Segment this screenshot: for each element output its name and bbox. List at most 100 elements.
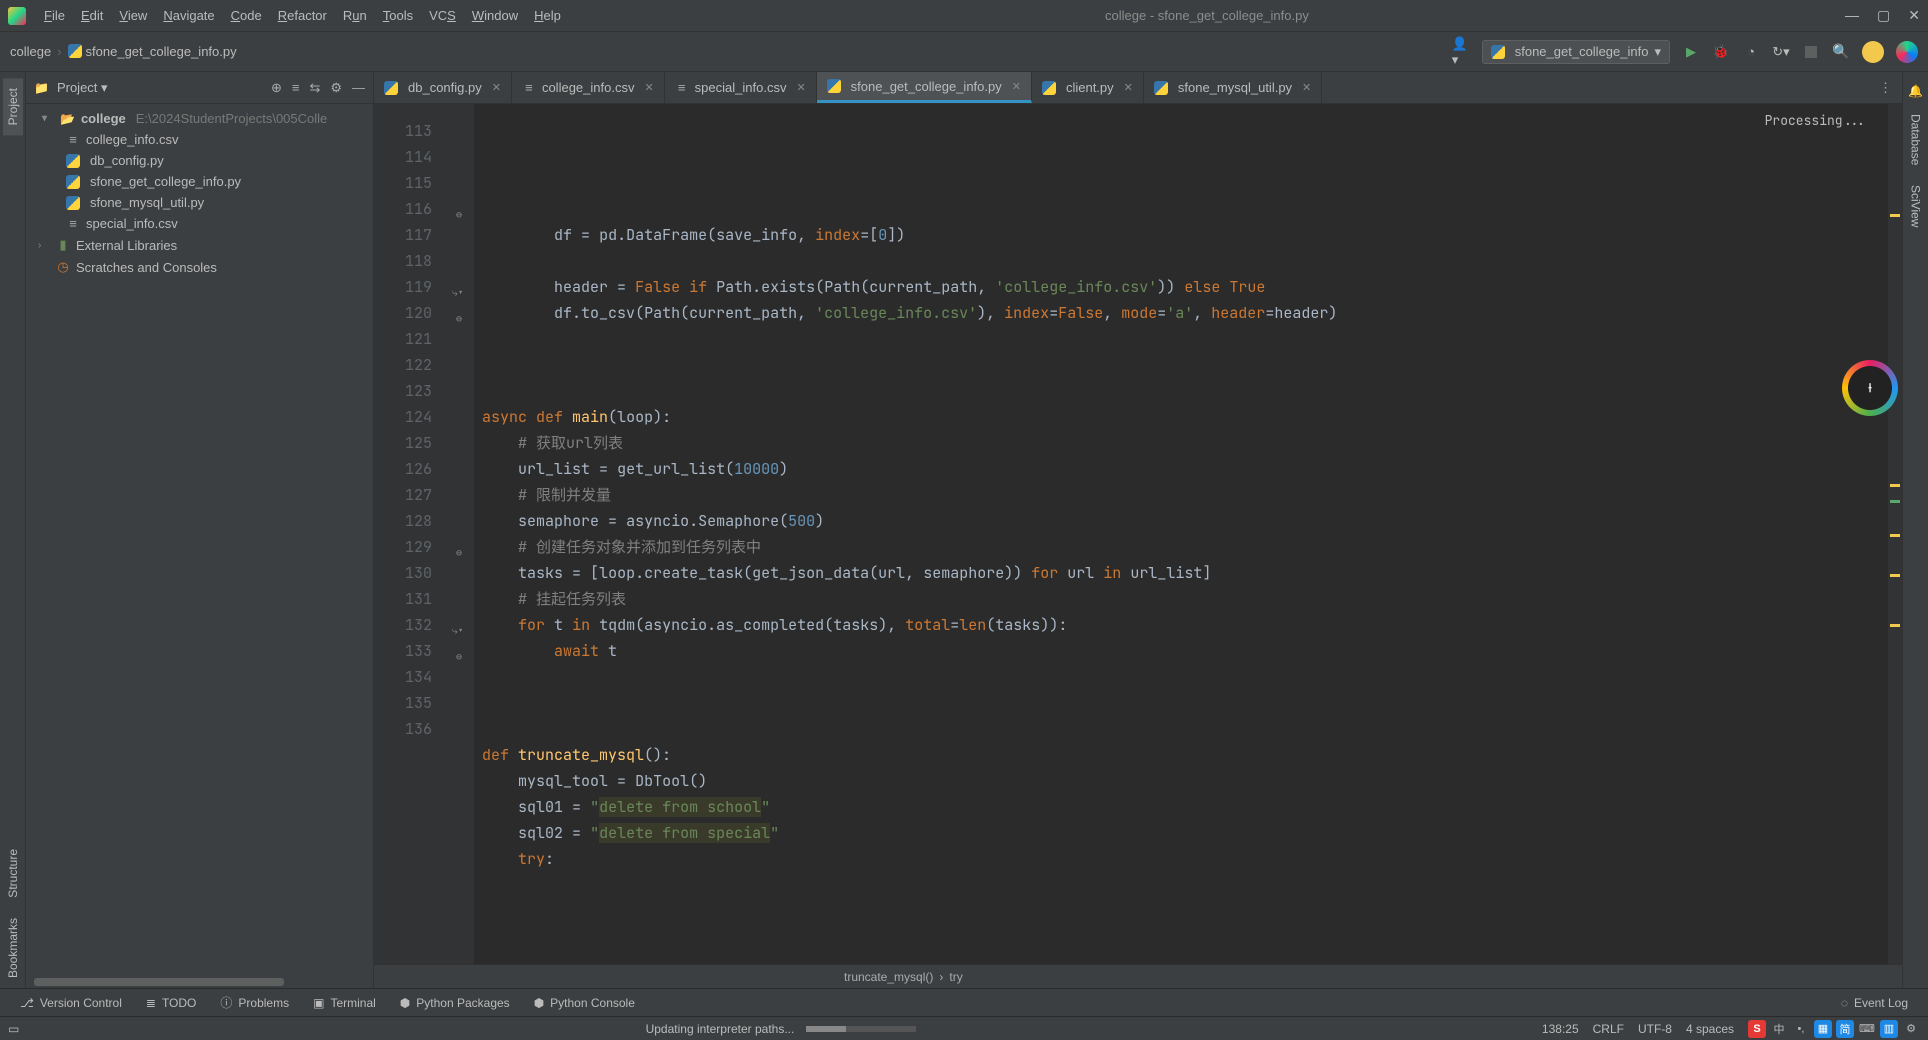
tool-event-log[interactable]: ◌ Event Log [1829,996,1920,1010]
code-with-me-icon[interactable] [1896,41,1918,63]
hide-icon[interactable]: — [352,80,365,96]
menu-window[interactable]: WindowWindow [464,4,526,27]
fold-column[interactable]: ⊖⊖⊖⊖⤷▾⤷▾ [452,104,474,964]
tree-file-label: sfone_mysql_util.py [90,195,204,210]
close-icon[interactable]: ✕ [644,81,653,94]
tree-file[interactable]: college_info.csv [38,129,369,150]
tool-version-control[interactable]: ⎇ Version Control [8,996,134,1010]
tool-tab-project[interactable]: Project [3,78,23,135]
breadcrumb-file[interactable]: sfone_get_college_info.py [68,44,237,59]
editor-tab[interactable]: db_config.py✕ [374,72,512,103]
tree-file[interactable]: sfone_mysql_util.py [38,192,369,213]
editor-breadcrumb[interactable]: truncate_mysql() › try [374,964,1902,988]
notifications-icon[interactable]: 🔔 [1908,84,1923,98]
tool-tab-database[interactable]: Database [1906,104,1926,175]
collapse-icon[interactable]: ⇆ [309,80,320,96]
fold-toggle-icon[interactable]: ⊖ [456,540,462,566]
project-panel: Project ▾ ⊕ ≡ ⇆ ⚙ — ▾ college E:\2024Stu… [26,72,374,988]
tree-file[interactable]: special_info.csv [38,213,369,234]
tray-icon[interactable]: •, [1792,1020,1810,1038]
tool-terminal[interactable]: ▣ Terminal [301,996,388,1010]
menu-view[interactable]: ViewView [111,4,155,27]
tool-python-console[interactable]: ⬢ Python Console [522,996,647,1010]
menu-vcs[interactable]: VCSVCS [421,4,464,27]
settings-icon[interactable]: ⚙ [330,80,342,96]
project-view-select[interactable]: Project ▾ [57,80,108,96]
error-stripe[interactable] [1888,104,1902,964]
tool-problems[interactable]: ⓘ Problems [208,994,301,1011]
search-button[interactable] [1832,43,1850,61]
close-icon[interactable]: ✕ [492,81,501,94]
fold-toggle-icon[interactable]: ⊖ [456,644,462,670]
minimize-icon[interactable]: — [1845,7,1859,24]
toolbox-badge-icon[interactable]: ⟊ [1842,360,1898,416]
encoding[interactable]: UTF-8 [1638,1022,1672,1036]
tray-icon[interactable]: ▦ [1814,1020,1832,1038]
menu-tools[interactable]: ToolsTools [375,4,421,27]
tool-tab-sciview[interactable]: SciView [1906,175,1926,237]
profile-button[interactable]: ↻▾ [1772,43,1790,61]
debug-button[interactable]: 🐞 [1712,43,1730,61]
menu-edit[interactable]: EditEdit [73,4,111,27]
expand-icon[interactable]: ≡ [292,80,300,96]
close-icon[interactable]: ✕ [796,81,805,94]
horizontal-scrollbar[interactable] [26,978,373,988]
close-icon[interactable]: ✕ [1012,80,1021,93]
run-config-select[interactable]: sfone_get_college_info ▾ [1482,40,1670,64]
tree-scratches[interactable]: Scratches and Consoles [38,256,369,278]
line-gutter[interactable]: 1131141151161171181191201211221231241251… [374,104,452,964]
editor-tab[interactable]: college_info.csv✕ [512,72,665,103]
close-icon[interactable]: ✕ [1908,7,1920,24]
tool-tab-bookmarks[interactable]: Bookmarks [3,908,23,988]
fold-toggle-icon[interactable]: ⊖ [456,306,462,332]
tree-file[interactable]: db_config.py [38,150,369,171]
title-bar: FFileile EditEdit ViewView NavigateNavig… [0,0,1928,32]
status-icon[interactable]: ▭ [8,1022,19,1036]
coverage-button[interactable]: ◔ [1742,43,1760,61]
tray-icon[interactable]: ⌨ [1858,1020,1876,1038]
breadcrumb-project[interactable]: college [10,44,51,59]
menu-refactor[interactable]: RefactorRefactor [270,4,335,27]
editor-tab[interactable]: sfone_get_college_info.py✕ [817,72,1032,103]
chevron-right-icon[interactable]: › [38,240,50,251]
tabs-overflow-icon[interactable]: ⋮ [1869,72,1902,103]
tray-icon[interactable]: 中 [1770,1020,1788,1038]
avatar[interactable] [1862,41,1884,63]
menu-file[interactable]: FFileile [36,4,73,27]
tree-external-libraries[interactable]: › External Libraries [38,234,369,256]
tool-todo[interactable]: ≣ TODO [134,996,209,1010]
maximize-icon[interactable]: ▢ [1877,7,1890,24]
editor-tab[interactable]: special_info.csv✕ [665,72,817,103]
menu-navigate[interactable]: NavigateNavigate [155,4,222,27]
caret-position[interactable]: 138:25 [1542,1022,1579,1036]
close-icon[interactable]: ✕ [1302,81,1311,94]
line-separator[interactable]: CRLF [1593,1022,1624,1036]
menu-run[interactable]: RunRun [335,4,375,27]
tree-root[interactable]: ▾ college E:\2024StudentProjects\005Coll… [38,108,369,129]
locate-icon[interactable]: ⊕ [271,80,282,96]
add-user-icon[interactable]: 👤▾ [1452,43,1470,61]
tool-tab-structure[interactable]: Structure [3,839,23,908]
tool-python-packages[interactable]: ⬢ Python Packages [388,996,522,1010]
menu-help[interactable]: HelpHelp [526,4,569,27]
editor-tab[interactable]: client.py✕ [1032,72,1144,103]
menu-code[interactable]: CodeCode [223,4,270,27]
tree-file[interactable]: sfone_get_college_info.py [38,171,369,192]
python-icon [66,175,80,189]
close-icon[interactable]: ✕ [1124,81,1133,94]
ime-icon[interactable]: S [1748,1020,1766,1038]
project-tree[interactable]: ▾ college E:\2024StudentProjects\005Coll… [26,104,373,978]
run-button[interactable]: ▶ [1682,43,1700,61]
code-area[interactable]: Processing... df = pd.DataFrame(save_inf… [474,104,1902,964]
chevron-down-icon[interactable]: ▾ [42,113,54,124]
tray-icon[interactable]: ⚙ [1902,1020,1920,1038]
editor-body[interactable]: 1131141151161171181191201211221231241251… [374,104,1902,964]
tray-icon[interactable]: 简 [1836,1020,1854,1038]
indent[interactable]: 4 spaces [1686,1022,1734,1036]
stop-button[interactable] [1802,43,1820,61]
run-line-icon[interactable]: ⤷▾ [452,280,464,306]
run-line-icon[interactable]: ⤷▾ [452,618,464,644]
editor-tab[interactable]: sfone_mysql_util.py✕ [1144,72,1322,103]
fold-toggle-icon[interactable]: ⊖ [456,202,462,228]
tray-icon[interactable]: ▥ [1880,1020,1898,1038]
